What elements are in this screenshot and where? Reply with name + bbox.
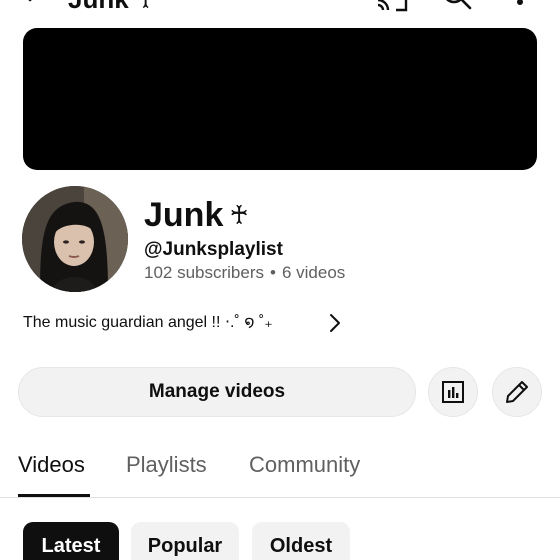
chip-latest[interactable]: Latest [23, 522, 119, 560]
search-icon[interactable] [440, 0, 474, 14]
channel-tabs: Videos Playlists Community [0, 446, 560, 498]
top-app-bar: Junk ♰ [0, 0, 560, 16]
channel-description[interactable]: The music guardian angel !! ⋅.˚ ໑ ˚₊ [23, 312, 273, 332]
tab-playlists[interactable]: Playlists [126, 452, 207, 478]
avatar[interactable] [22, 186, 128, 292]
edit-channel-button[interactable] [492, 367, 542, 417]
channel-name-text: Junk [144, 196, 224, 234]
back-arrow-icon[interactable] [22, 0, 50, 14]
manage-videos-button[interactable]: Manage videos [18, 367, 416, 417]
channel-banner [23, 28, 537, 170]
analytics-button[interactable] [428, 367, 478, 417]
video-count: 6 videos [281, 263, 346, 282]
cast-icon[interactable] [376, 0, 410, 14]
chip-popular[interactable]: Popular [131, 522, 239, 560]
tab-videos[interactable]: Videos [18, 452, 85, 478]
chevron-right-icon[interactable] [326, 312, 344, 334]
tab-community[interactable]: Community [249, 452, 360, 478]
edit-pencil-icon [506, 381, 528, 403]
topbar-title: Junk ♰ [68, 0, 155, 15]
channel-handle: @Junksplaylist [144, 239, 283, 260]
channel-name-symbol: ♰ [229, 200, 249, 230]
subscriber-count: 102 subscribers [144, 263, 265, 282]
channel-stats: 102 subscribers • 6 videos [144, 263, 345, 283]
avatar-image [22, 186, 128, 292]
analytics-icon [442, 381, 464, 403]
chip-oldest[interactable]: Oldest [252, 522, 350, 560]
more-vert-icon[interactable] [510, 0, 530, 12]
active-tab-indicator [18, 494, 90, 497]
channel-name: Junk ♰ [144, 196, 249, 235]
stats-separator: • [270, 263, 276, 282]
